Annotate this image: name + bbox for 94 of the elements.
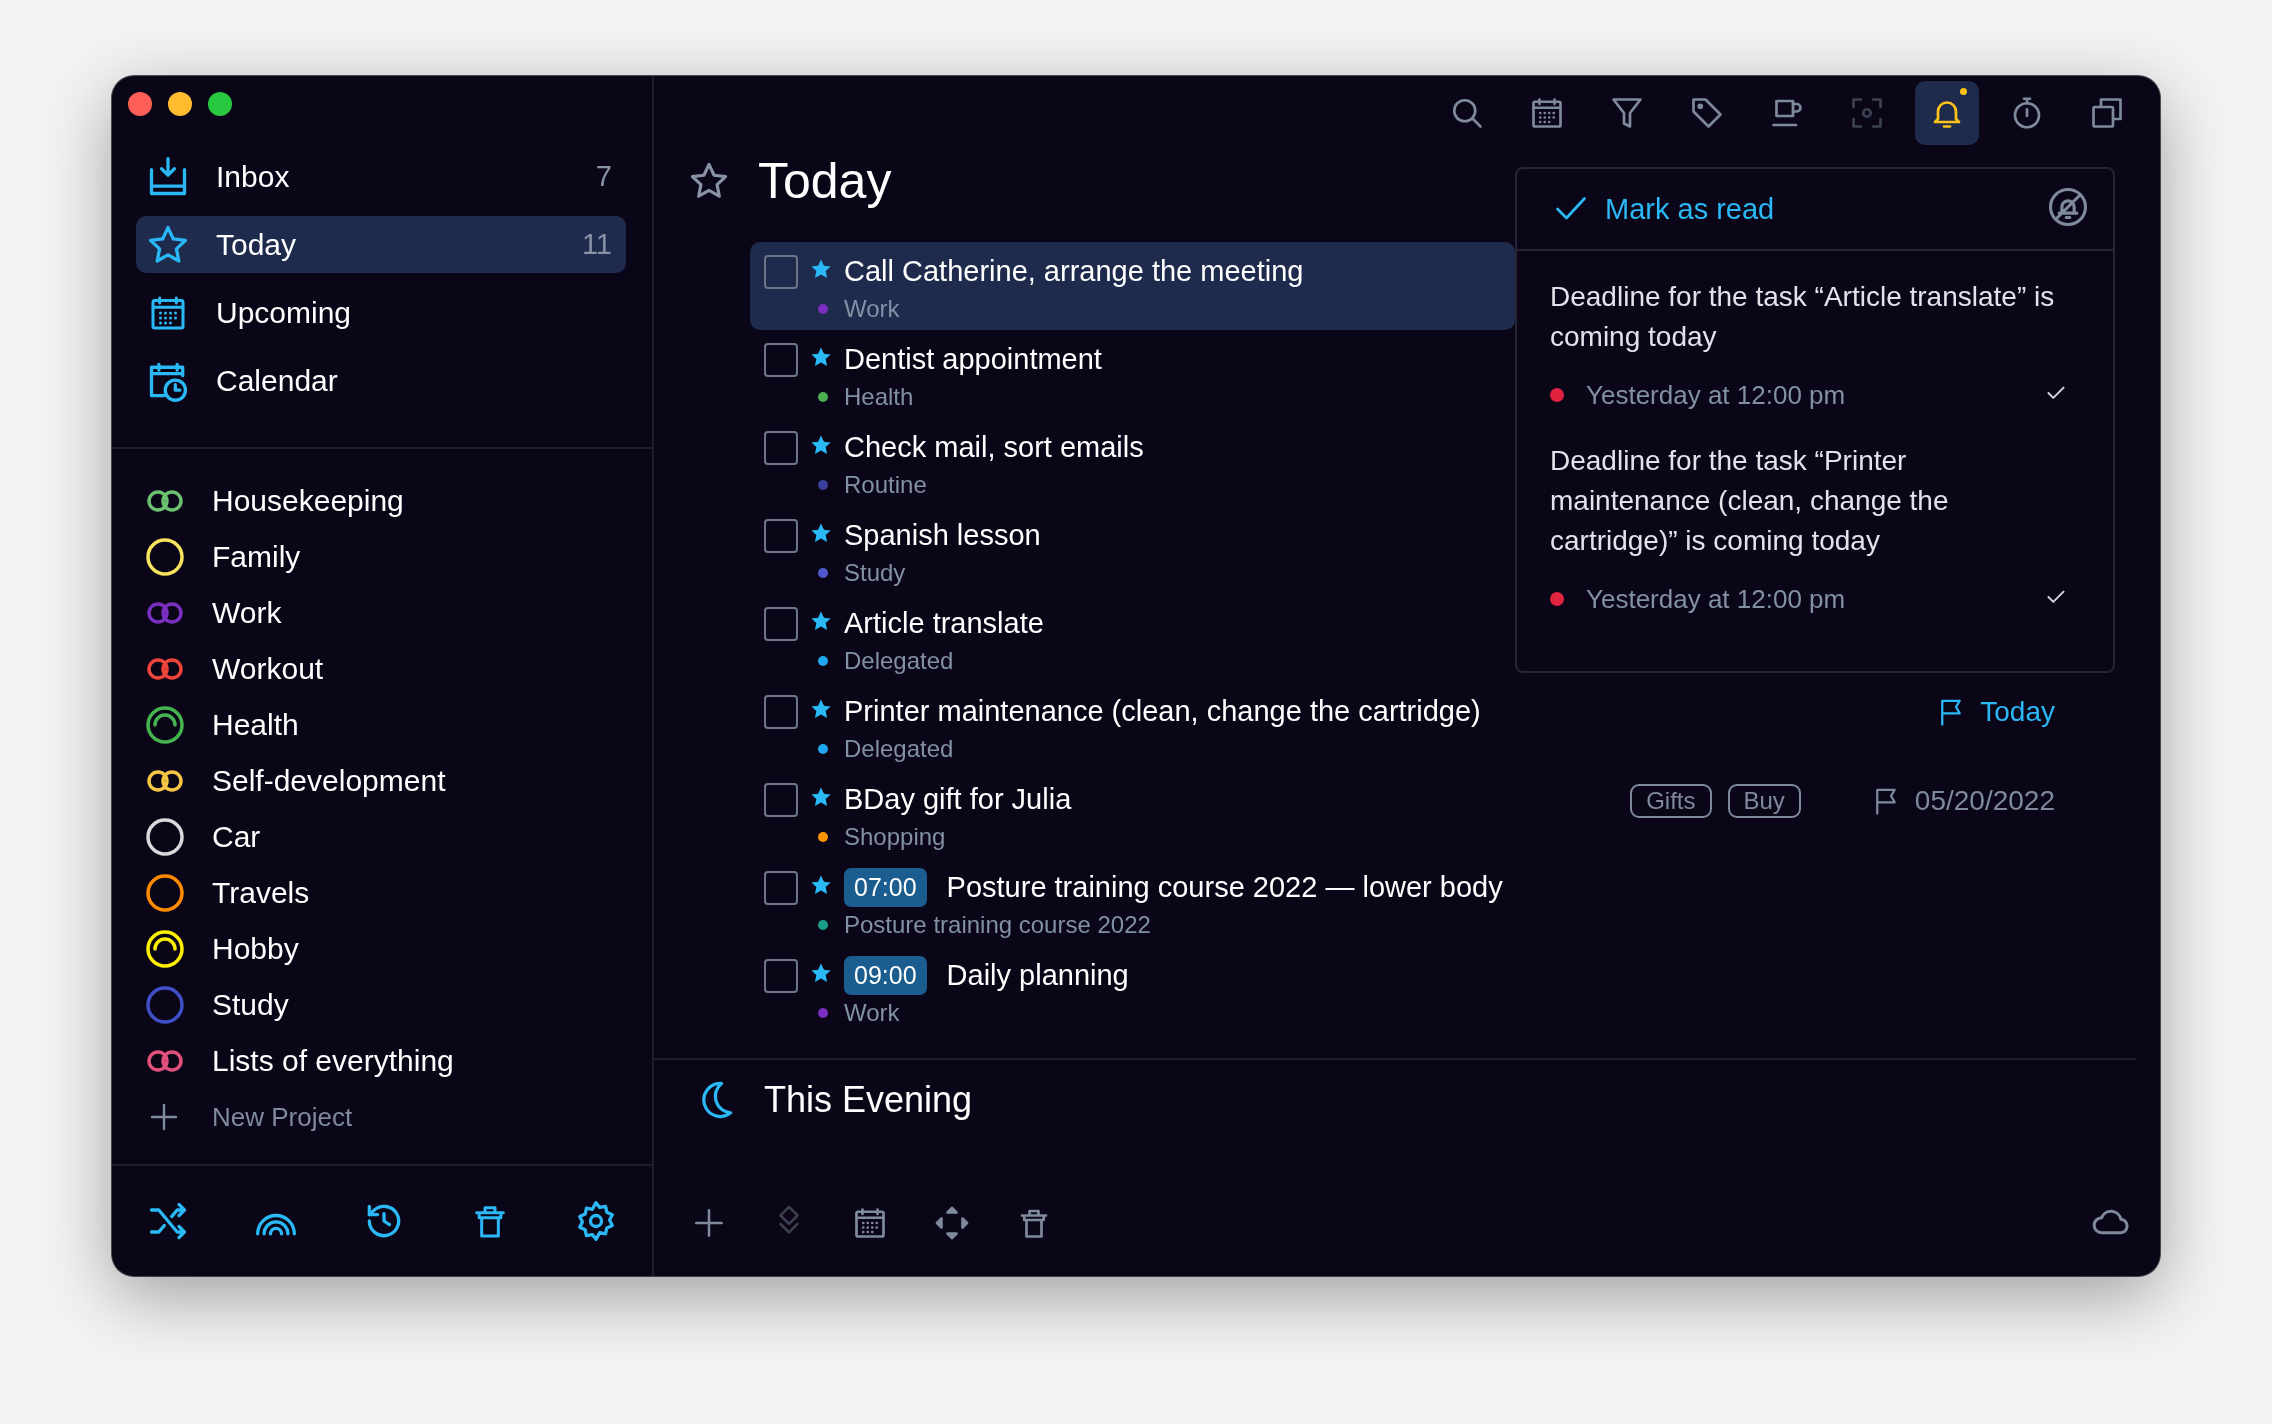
task-row[interactable]: Check mail, sort emails Routine	[750, 418, 1515, 506]
plus-icon	[148, 1101, 180, 1133]
due-date: 05/20/2022	[1870, 785, 2055, 817]
tag-chip[interactable]: Buy	[1727, 784, 1801, 818]
task-checkbox[interactable]	[764, 343, 798, 377]
move-arrows-icon	[934, 1205, 970, 1241]
project-item[interactable]: Travels	[212, 876, 310, 910]
task-row[interactable]: Printer maintenance (clean, change the cartridge) Delegated Today	[750, 682, 2160, 770]
nav-label: Upcoming	[216, 295, 352, 330]
nav-label: Inbox	[216, 159, 290, 194]
nav-label: Today	[216, 227, 297, 262]
task-row[interactable]: Article translate Delegated	[750, 594, 1515, 682]
toolbar-button[interactable]	[1915, 81, 1979, 145]
project-item[interactable]: Health	[212, 708, 299, 742]
notification-time: Yesterday at 12:00 pm	[1586, 583, 1846, 615]
task-project: Work	[844, 295, 900, 323]
item-count: 7	[595, 160, 612, 193]
star-icon	[810, 962, 832, 984]
filter-icon	[1609, 95, 1645, 131]
star-icon	[810, 786, 832, 808]
task-row[interactable]: 09:00 Daily planning Work	[750, 946, 1515, 1034]
task-checkbox[interactable]	[764, 871, 798, 905]
notification-text: Deadline for the task “Article translate” is coming today	[1550, 280, 2056, 354]
star-icon	[810, 698, 832, 720]
task-checkbox[interactable]	[764, 959, 798, 993]
star-icon	[810, 258, 832, 280]
star-icon	[810, 434, 832, 456]
task-checkbox[interactable]	[764, 255, 798, 289]
zoom-window-button[interactable]	[208, 92, 232, 116]
task-row[interactable]: Call Catherine, arrange the meeting Work	[750, 242, 1515, 330]
star-icon	[810, 522, 832, 544]
due-date: Today	[1936, 696, 2055, 728]
project-item[interactable]: Family	[212, 540, 301, 574]
task-project: Delegated	[844, 735, 954, 763]
overlapping-windows-icon	[2089, 95, 2125, 131]
task-title: Article translate	[844, 606, 1044, 640]
close-window-button[interactable]	[128, 92, 152, 116]
page-title: Today	[758, 152, 892, 210]
task-project: Study	[844, 559, 906, 587]
star-icon	[810, 874, 832, 896]
item-count: 11	[581, 228, 612, 261]
bell-off-icon	[2047, 186, 2089, 228]
notification-time: Yesterday at 12:00 pm	[1586, 379, 1846, 411]
task-project: Health	[844, 383, 914, 411]
task-project: Routine	[844, 471, 927, 499]
task-title: Check mail, sort emails	[844, 430, 1144, 464]
star-icon	[810, 346, 832, 368]
task-title: Posture training course 2022 — lower body	[946, 870, 1503, 904]
minimize-window-button[interactable]	[168, 92, 192, 116]
project-item[interactable]: Self-development	[212, 764, 446, 798]
task-project: Shopping	[844, 823, 946, 851]
task-row[interactable]: 07:00 Posture training course 2022 — lower body Posture training course 2022	[750, 858, 1608, 946]
add-icon	[692, 1206, 726, 1240]
project-item[interactable]: Hobby	[212, 932, 299, 966]
task-row[interactable]: BDay gift for Julia Shopping Gifts Buy 05/20/2022	[750, 770, 2160, 858]
task-project: Posture training course 2022	[844, 911, 1151, 939]
project-item[interactable]: Work	[212, 596, 282, 630]
time-badge: 07:00	[844, 867, 927, 907]
sidebar-nav-item[interactable]: Calendar	[136, 352, 626, 409]
task-project: Delegated	[844, 647, 954, 675]
tag-icon	[1689, 95, 1725, 131]
star-icon	[810, 610, 832, 632]
task-checkbox[interactable]	[764, 783, 798, 817]
project-item[interactable]: Lists of everything	[212, 1044, 454, 1078]
project-item[interactable]: Workout	[212, 652, 324, 686]
sidebar-nav-item[interactable]: Inbox 7	[136, 148, 626, 205]
task-title: Call Catherine, arrange the meeting	[844, 254, 1304, 288]
focus-frame-icon	[1849, 95, 1885, 131]
sidebar-nav-item[interactable]: Today 11	[136, 216, 626, 273]
new-project-button[interactable]: New Project	[112, 1089, 652, 1145]
nav-label: Calendar	[216, 363, 338, 398]
task-title: Spanish lesson	[844, 518, 1041, 552]
project-item[interactable]: Car	[212, 820, 261, 854]
calendar-icon	[1529, 95, 1565, 131]
section-title: This Evening	[764, 1079, 973, 1121]
tag-chip[interactable]: Gifts	[1630, 784, 1712, 818]
task-title: BDay gift for Julia	[844, 782, 1072, 816]
notification-text: Deadline for the task “Printer maintenance (clean, change the cartridge)” is coming today	[1550, 444, 1950, 558]
project-item[interactable]: Study	[212, 988, 289, 1022]
time-badge: 09:00	[844, 955, 927, 995]
task-checkbox[interactable]	[764, 695, 798, 729]
calendar-icon	[852, 1205, 888, 1241]
project-item[interactable]: Housekeeping	[212, 484, 404, 518]
task-title: Daily planning	[946, 958, 1129, 992]
task-row[interactable]: Spanish lesson Study	[750, 506, 1515, 594]
task-checkbox[interactable]	[764, 607, 798, 641]
sidebar-nav-item[interactable]: Upcoming	[136, 284, 626, 341]
task-checkbox[interactable]	[764, 431, 798, 465]
mark-as-read-button[interactable]: Mark as read	[1553, 191, 1775, 227]
task-title: Printer maintenance (clean, change the cartridge)	[844, 694, 1481, 728]
task-checkbox[interactable]	[764, 519, 798, 553]
task-project: Work	[844, 999, 900, 1027]
task-row[interactable]: Dentist appointment Health	[750, 330, 1515, 418]
task-title: Dentist appointment	[844, 342, 1102, 376]
